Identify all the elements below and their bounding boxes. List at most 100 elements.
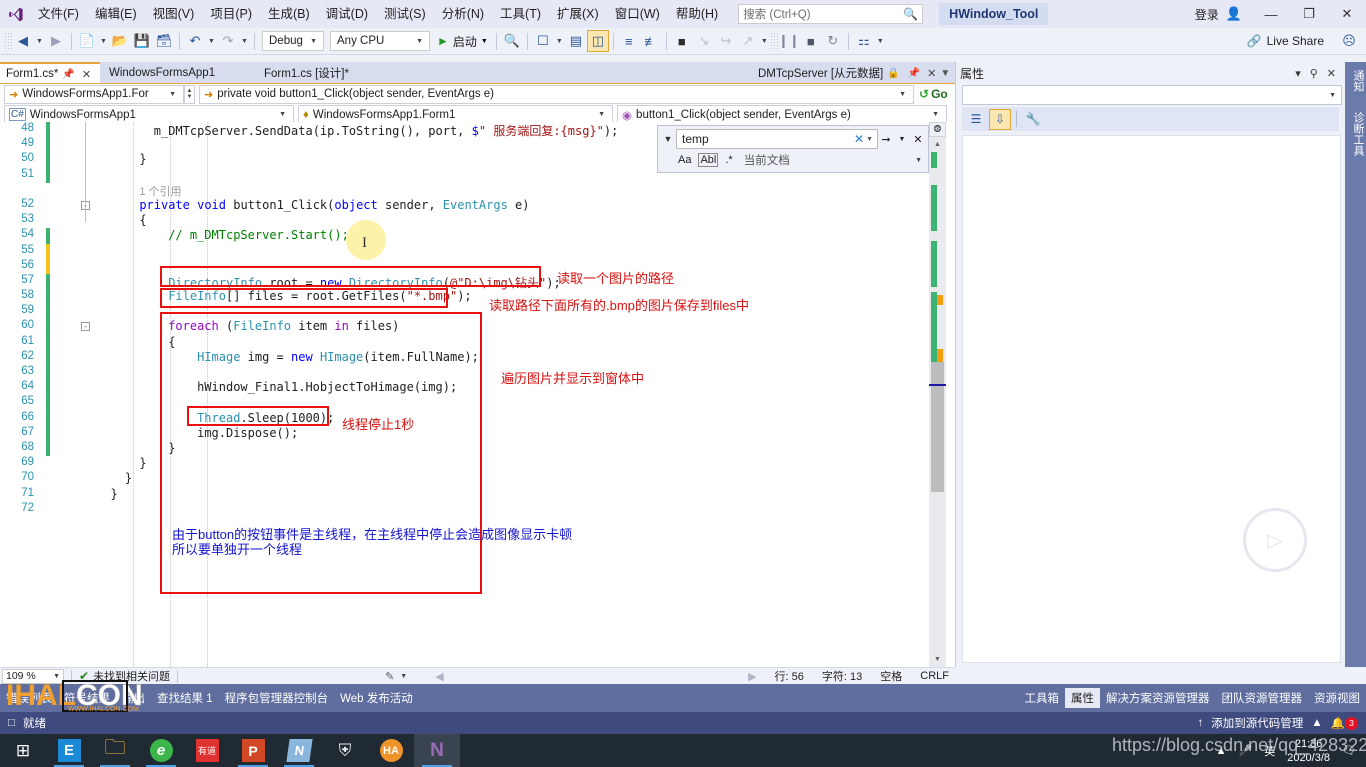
toolbar-grip[interactable] (770, 32, 778, 50)
solution-platform-dropdown[interactable]: Any CPU ▼ (330, 31, 430, 51)
undo-icon[interactable]: ↶ (184, 30, 206, 52)
issue-filter-icon[interactable]: ✎ (185, 670, 394, 683)
code-line[interactable]: 63 (0, 365, 925, 380)
code-line[interactable]: 66Thread.Sleep(1000); (0, 411, 925, 426)
find-input[interactable]: temp ✕ ▼ (676, 129, 878, 149)
outlining-collapse-icon[interactable]: - (81, 322, 90, 331)
menu-file[interactable]: 文件(F) (30, 0, 87, 28)
find-options-chevron-icon[interactable]: ▼ (894, 136, 910, 143)
code-line[interactable]: 58FileInfo[] files = root.GetFiles("*.bm… (0, 289, 925, 304)
maximize-restore-button[interactable]: ❐ (1290, 0, 1328, 28)
alphabetical-sort-icon[interactable]: ⇩ (989, 109, 1011, 130)
close-find-icon[interactable]: ✕ (910, 133, 926, 146)
menu-project[interactable]: 项目(P) (202, 0, 260, 28)
code-line[interactable]: 59 (0, 304, 925, 319)
dock-tab-web-publish-activity[interactable]: Web 发布活动 (334, 688, 419, 708)
close-button[interactable]: ✕ (1328, 0, 1366, 28)
vertical-tab-diagnostic-tools[interactable]: 诊断工具 (1345, 106, 1366, 162)
menu-extensions[interactable]: 扩展(X) (549, 0, 607, 28)
menu-debug[interactable]: 调试(D) (318, 0, 376, 28)
tab-dmtcpserver-metadata[interactable]: DMTcpServer [从元数据] 🔒 📌 ✕ ▼ (752, 62, 952, 84)
dock-tab-solution-explorer[interactable]: 解决方案资源管理器 (1100, 688, 1216, 708)
find-in-files-icon[interactable]: 🔍 (501, 30, 523, 52)
categorized-view-icon[interactable]: ☰ (965, 109, 987, 130)
clear-icon[interactable]: ✕ (852, 132, 866, 146)
dock-tab-package-manager-console[interactable]: 程序包管理器控制台 (219, 688, 335, 708)
minimize-button[interactable]: — (1252, 0, 1290, 28)
notifications-bell[interactable]: 🔔 3 (1331, 716, 1358, 730)
account-person-icon[interactable]: 👤 (1223, 6, 1252, 22)
panel-menu-chevron-icon[interactable]: ▾ (1295, 67, 1301, 80)
code-line[interactable]: 56 (0, 259, 925, 274)
chevron-down-icon[interactable]: ▼ (866, 136, 875, 143)
tab-form1-designer[interactable]: Form1.cs [设计]* (258, 62, 388, 84)
taskbar-edge-legacy[interactable]: E (46, 734, 92, 767)
comment-lines-icon[interactable]: ≡ (618, 30, 640, 52)
pin-icon[interactable]: ⚲ (1310, 67, 1318, 80)
menu-help[interactable]: 帮助(H) (668, 0, 726, 28)
code-line[interactable]: 72 (0, 502, 925, 517)
save-icon[interactable]: 💾 (131, 30, 153, 52)
feedback-icon[interactable]: ☹ (1338, 30, 1360, 52)
add-to-source-control-label[interactable]: 添加到源代码管理 (1211, 715, 1303, 731)
taskbar-powerpoint[interactable]: P (230, 734, 276, 767)
start-button[interactable]: ⊞ (0, 734, 46, 767)
editor-split-handle[interactable]: ⨷ (929, 122, 946, 137)
code-line[interactable]: 64hWindow_Final1.HobjectToHimage(img); (0, 380, 925, 395)
live-preview-caret-icon[interactable]: ▼ (554, 30, 565, 52)
navigate-backward-caret-icon[interactable]: ▼ (34, 30, 45, 52)
code-line[interactable]: 52-private void button1_Click(object sen… (0, 198, 925, 213)
code-line[interactable]: 61{ (0, 335, 925, 350)
close-icon[interactable]: ✕ (79, 68, 91, 81)
find-next-icon[interactable]: ➞ (878, 133, 894, 146)
properties-grid[interactable] (962, 135, 1341, 663)
match-whole-word-icon[interactable]: Abl (698, 153, 718, 167)
dock-tab-resource-view[interactable]: 资源视图 (1308, 688, 1366, 708)
menu-analyze[interactable]: 分析(N) (434, 0, 492, 28)
toolbar-grip[interactable] (4, 32, 12, 50)
menu-edit[interactable]: 编辑(E) (87, 0, 145, 28)
code-editor[interactable]: 48m_DMTcpServer.SendData(ip.ToString(), … (0, 122, 955, 667)
menu-view[interactable]: 视图(V) (145, 0, 203, 28)
use-regex-icon[interactable]: .* (725, 154, 732, 166)
intellicode-icon[interactable]: ⚏ (853, 30, 875, 52)
chevron-down-icon[interactable]: ▼ (394, 673, 407, 680)
chevron-down-icon[interactable]: ▼ (915, 157, 928, 164)
editor-vertical-scrollbar[interactable]: ▲ ▼ (929, 122, 946, 667)
open-file-icon[interactable]: 📂 (109, 30, 131, 52)
sign-in-label[interactable]: 登录 (1191, 6, 1223, 23)
redo-caret-icon[interactable]: ▼ (239, 30, 250, 52)
scrollbar-thumb[interactable] (931, 362, 944, 492)
go-button[interactable]: ↺ Go (914, 87, 948, 101)
navigate-backward-icon[interactable]: ◀ (12, 30, 34, 52)
close-icon[interactable]: ✕ (924, 67, 936, 80)
code-line[interactable]: 62HImage img = new HImage(item.FullName)… (0, 350, 925, 365)
wrench-properties-icon[interactable]: 🔧 (1022, 109, 1044, 130)
properties-window-icon[interactable]: ◫ (587, 30, 609, 52)
vertical-tab-notifications[interactable]: 通知 (1345, 64, 1366, 98)
code-lines-container[interactable]: 48m_DMTcpServer.SendData(ip.ToString(), … (0, 122, 925, 667)
quick-launch-search[interactable]: 搜索 (Ctrl+Q) 🔍 (738, 4, 923, 24)
code-line[interactable]: 65 (0, 395, 925, 410)
code-line[interactable]: 67img.Dispose(); (0, 426, 925, 441)
dock-tab-properties[interactable]: 属性 (1065, 688, 1100, 708)
tab-form1-cs[interactable]: Form1.cs* 📌 ✕ (0, 62, 100, 84)
undo-caret-icon[interactable]: ▼ (206, 30, 217, 52)
code-line[interactable]: 60-foreach (FileInfo item in files) (0, 319, 925, 334)
expand-replace-chevron-icon[interactable]: ▼ (660, 134, 676, 144)
new-project-caret-icon[interactable]: ▼ (98, 30, 109, 52)
menu-test[interactable]: 测试(S) (376, 0, 434, 28)
scroll-up-arrow-icon[interactable]: ▲ (929, 137, 946, 152)
taskbar-visual-studio[interactable]: N (414, 734, 460, 767)
menu-window[interactable]: 窗口(W) (607, 0, 668, 28)
solution-configuration-dropdown[interactable]: Debug ▼ (262, 31, 324, 51)
breakpoint-icon[interactable]: ■ (671, 30, 693, 52)
uncomment-lines-icon[interactable]: ≢ (640, 30, 662, 52)
find-scope-value[interactable]: 当前文档 (740, 152, 790, 168)
pin-icon[interactable]: 📌 (904, 68, 924, 79)
quick-find-widget[interactable]: ▼ temp ✕ ▼ ➞ ▼ ✕ Aa Abl .* 当前文档 ▼ (657, 125, 929, 173)
scroll-down-arrow-icon[interactable]: ▼ (929, 652, 946, 667)
chevron-up-icon[interactable]: ▲ (1311, 717, 1322, 729)
code-line[interactable]: 68} (0, 441, 925, 456)
taskbar-halcon[interactable]: HA (368, 734, 414, 767)
